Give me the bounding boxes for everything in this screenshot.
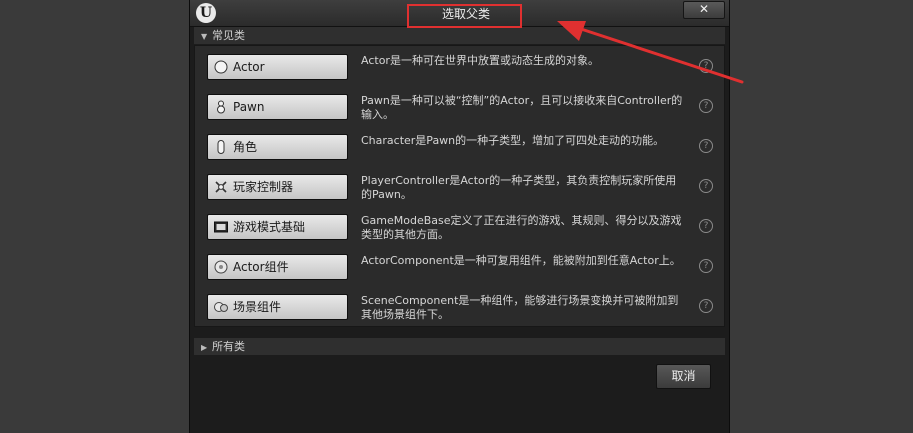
- cancel-button[interactable]: 取消: [656, 364, 711, 389]
- class-row-scene-component: 场景组件 SceneComponent是一种组件，能够进行场景变换并可被附加到其…: [195, 286, 724, 326]
- class-description: Character是Pawn的一种子类型，增加了可四处走动的功能。: [361, 134, 665, 147]
- class-button-label: Actor: [233, 60, 265, 74]
- class-button-label: 角色: [233, 140, 258, 154]
- help-icon[interactable]: ?: [699, 259, 713, 273]
- class-button-label: Actor组件: [233, 260, 289, 274]
- class-row-pawn: Pawn Pawn是一种可以被“控制”的Actor，且可以接收来自Control…: [195, 86, 724, 126]
- help-icon[interactable]: ?: [699, 219, 713, 233]
- class-description: Actor是一种可在世界中放置或动态生成的对象。: [361, 54, 599, 67]
- character-capsule-icon: [214, 140, 228, 154]
- class-row-game-mode: 游戏模式基础 GameModeBase定义了正在进行的游戏、其规则、得分以及游戏…: [195, 206, 724, 246]
- title-bar[interactable]: U 选取父类 ✕: [190, 0, 729, 27]
- common-classes-header[interactable]: ▼ 常见类: [194, 27, 725, 44]
- pawn-figure-icon: [214, 100, 228, 114]
- player-controller-icon: [214, 180, 228, 194]
- help-icon[interactable]: ?: [699, 59, 713, 73]
- class-button-label: 游戏模式基础: [233, 220, 306, 234]
- help-icon[interactable]: ?: [699, 179, 713, 193]
- class-row-actor-component: Actor组件 ActorComponent是一种可复用组件，能被附加到任意Ac…: [195, 246, 724, 286]
- class-row-player-controller: 玩家控制器 PlayerController是Actor的一种子类型，其负责控制…: [195, 166, 724, 206]
- help-icon[interactable]: ?: [699, 139, 713, 153]
- class-description: PlayerController是Actor的一种子类型，其负责控制玩家所使用的…: [361, 174, 677, 201]
- pick-parent-class-dialog: U 选取父类 ✕ ▼ 常见类 Actor Actor是一种可在世界中放置或动态生成…: [189, 0, 730, 433]
- dialog-title: 选取父类: [441, 7, 490, 21]
- all-classes-label: 所有类: [212, 340, 245, 353]
- game-mode-class-button[interactable]: 游戏模式基础: [207, 214, 348, 240]
- collapsed-arrow-icon: ▶: [201, 343, 208, 352]
- actor-class-button[interactable]: Actor: [207, 54, 348, 80]
- actor-component-icon: [214, 260, 228, 274]
- class-button-label: Pawn: [233, 100, 265, 114]
- class-row-character: 角色 Character是Pawn的一种子类型，增加了可四处走动的功能。 ?: [195, 126, 724, 166]
- expanded-arrow-icon: ▼: [201, 32, 208, 41]
- common-classes-label: 常见类: [212, 29, 245, 42]
- class-description: ActorComponent是一种可复用组件，能被附加到任意Actor上。: [361, 254, 681, 267]
- common-classes-panel: Actor Actor是一种可在世界中放置或动态生成的对象。 ? Pawn Pa…: [194, 45, 725, 327]
- player-controller-class-button[interactable]: 玩家控制器: [207, 174, 348, 200]
- pawn-class-button[interactable]: Pawn: [207, 94, 348, 120]
- actor-component-class-button[interactable]: Actor组件: [207, 254, 348, 280]
- game-mode-icon: [214, 220, 228, 234]
- class-button-label: 玩家控制器: [233, 180, 294, 194]
- close-button[interactable]: ✕: [683, 1, 725, 19]
- class-description: Pawn是一种可以被“控制”的Actor，且可以接收来自Controller的输…: [361, 94, 683, 121]
- class-button-label: 场景组件: [233, 300, 282, 314]
- class-row-actor: Actor Actor是一种可在世界中放置或动态生成的对象。 ?: [195, 46, 724, 86]
- help-icon[interactable]: ?: [699, 299, 713, 313]
- character-class-button[interactable]: 角色: [207, 134, 348, 160]
- scene-component-icon: [214, 300, 228, 314]
- actor-sphere-icon: [214, 60, 228, 74]
- scene-component-class-button[interactable]: 场景组件: [207, 294, 348, 320]
- class-description: GameModeBase定义了正在进行的游戏、其规则、得分以及游戏类型的其他方面…: [361, 214, 682, 241]
- all-classes-header[interactable]: ▶ 所有类: [194, 338, 725, 355]
- help-icon[interactable]: ?: [699, 99, 713, 113]
- class-description: SceneComponent是一种组件，能够进行场景变换并可被附加到其他场景组件…: [361, 294, 679, 321]
- unreal-logo-icon: U: [196, 3, 216, 23]
